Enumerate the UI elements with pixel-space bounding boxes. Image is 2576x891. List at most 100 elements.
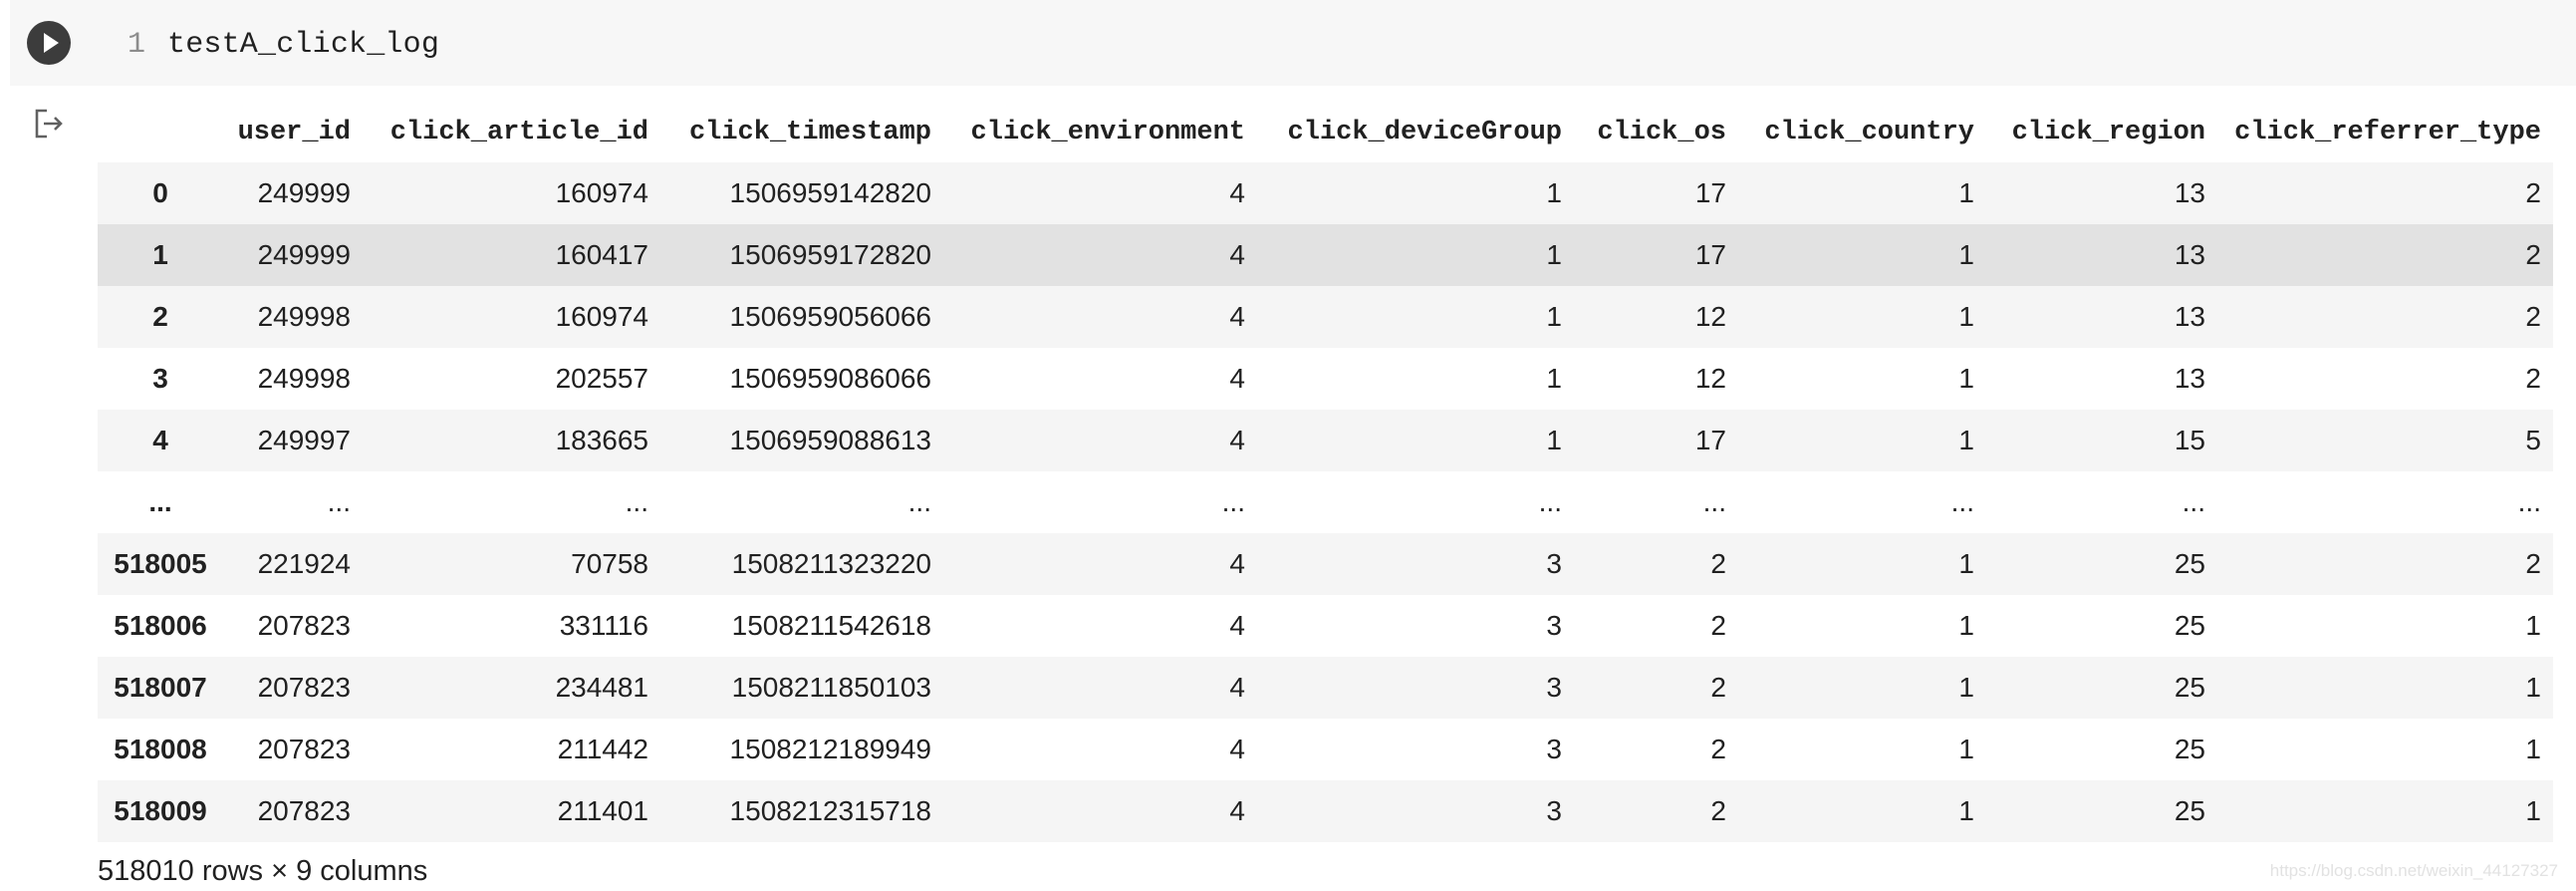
watermark: https://blog.csdn.net/weixin_44127327 <box>2269 861 2558 880</box>
row-index: 518006 <box>114 610 207 641</box>
table-cell: 5 <box>2525 425 2541 455</box>
code-editor[interactable]: testA_click_log <box>167 28 439 62</box>
column-header-click-environment: click_environment <box>970 118 1245 148</box>
table-row: 518007 207823 234481 1508211850103 4 3 2 1 25 1 <box>98 657 2553 719</box>
table-cell: 1 <box>2525 734 2541 764</box>
header-row: user_id click_article_id click_timestamp cl… <box>98 103 2553 162</box>
table-row: 3 249998 202557 1506959086066 4 1 12 1 13 2 <box>98 348 2553 410</box>
table-cell: 1508211850103 <box>731 672 931 703</box>
table-cell: 249998 <box>257 301 351 332</box>
table-cell: 1 <box>1546 301 1562 332</box>
table-cell: 2 <box>2525 301 2541 332</box>
table-cell: 1506959172820 <box>729 239 931 270</box>
table-cell: 12 <box>1694 363 1726 394</box>
table-row: .............................. <box>98 471 2553 533</box>
table-cell: 2 <box>2525 177 2541 208</box>
table-cell: 1 <box>1958 177 1974 208</box>
table-cell: 1 <box>1546 363 1562 394</box>
column-header-click-region: click_region <box>2011 118 2205 148</box>
table-cell: 12 <box>1694 301 1726 332</box>
index-header <box>98 103 223 162</box>
table-row: 518005 221924 70758 1508211323220 4 3 2 1 25 2 <box>98 533 2553 595</box>
table-cell: 2 <box>1710 795 1726 826</box>
table-cell: 1508212315718 <box>729 795 931 826</box>
run-cell-button[interactable] <box>27 21 71 65</box>
table-cell: 234481 <box>555 672 648 703</box>
table-cell: 25 <box>2174 548 2205 579</box>
table-cell: 4 <box>1229 672 1245 703</box>
table-row: 518009 207823 211401 1508212315718 4 3 2 1 25 1 <box>98 780 2553 842</box>
table-cell: 13 <box>2174 363 2205 394</box>
table-row: 4 249997 183665 1506959088613 4 1 17 1 15 5 <box>98 410 2553 471</box>
table-cell: 249998 <box>257 363 351 394</box>
table-cell: 2 <box>2525 548 2541 579</box>
line-number: 1 <box>128 28 146 62</box>
dataframe-table: user_id click_article_id click_timestamp cl… <box>98 103 2553 842</box>
table-cell: 1506959086066 <box>729 363 931 394</box>
table-cell: 202557 <box>555 363 648 394</box>
column-header-user-id: user_id <box>237 118 351 148</box>
table-cell: 1506959142820 <box>729 177 931 208</box>
column-header-click-article-id: click_article_id <box>389 118 648 148</box>
table-cell: 1 <box>1958 734 1974 764</box>
table-cell: 249997 <box>257 425 351 455</box>
table-cell: 2 <box>1710 548 1726 579</box>
table-cell: 3 <box>1546 548 1562 579</box>
table-cell: 4 <box>1229 425 1245 455</box>
table-cell: 249999 <box>257 239 351 270</box>
table-row: 518006 207823 331116 1508211542618 4 3 2 1 25 1 <box>98 595 2553 657</box>
table-cell: 1 <box>1958 301 1974 332</box>
table-cell: 207823 <box>257 795 351 826</box>
table-cell: 4 <box>1229 795 1245 826</box>
table-row: 0 249999 160974 1506959142820 4 1 17 1 13 2 <box>98 162 2553 224</box>
column-header-click-devicegroup: click_deviceGroup <box>1287 118 1562 148</box>
table-cell: 2 <box>1710 610 1726 641</box>
table-cell: ... <box>1950 486 1974 517</box>
table-cell: 1508211323220 <box>731 548 931 579</box>
table-cell: 1506959056066 <box>729 301 931 332</box>
table-cell: ... <box>2182 486 2205 517</box>
table-cell: 1 <box>1958 425 1974 455</box>
table-cell: 3 <box>1546 672 1562 703</box>
table-cell: 70758 <box>571 548 648 579</box>
table-cell: 1 <box>2525 672 2541 703</box>
table-cell: 2 <box>1710 734 1726 764</box>
table-cell: ... <box>327 486 351 517</box>
table-cell: 4 <box>1229 239 1245 270</box>
table-row: 2 249998 160974 1506959056066 4 1 12 1 13 2 <box>98 286 2553 348</box>
table-cell: 2 <box>2525 363 2541 394</box>
table-cell: 207823 <box>257 610 351 641</box>
table-cell: 13 <box>2174 239 2205 270</box>
table-cell: 160417 <box>555 239 648 270</box>
output-redirect-icon[interactable] <box>33 107 67 141</box>
table-cell: 1 <box>1958 363 1974 394</box>
column-header-click-country: click_country <box>1764 118 1974 148</box>
table-cell: 25 <box>2174 610 2205 641</box>
table-cell: 25 <box>2174 672 2205 703</box>
row-index: 4 <box>152 425 168 455</box>
table-cell: 221924 <box>257 548 351 579</box>
table-cell: 1508212189949 <box>729 734 931 764</box>
play-icon <box>44 33 59 53</box>
column-header-click-referrer-type: click_referrer_type <box>2234 118 2541 148</box>
code-cell[interactable]: 1 testA_click_log <box>10 0 2576 86</box>
row-index: 518007 <box>114 672 207 703</box>
dataframe-shape-text: 518010 rows × 9 columns <box>98 855 428 887</box>
table-cell: ... <box>907 486 931 517</box>
table-cell: 3 <box>1546 610 1562 641</box>
table-cell: 13 <box>2174 301 2205 332</box>
table-cell: 1 <box>1958 239 1974 270</box>
table-cell: 25 <box>2174 795 2205 826</box>
table-cell: 1 <box>1546 425 1562 455</box>
table-cell: 4 <box>1229 734 1245 764</box>
table-body: 0 249999 160974 1506959142820 4 1 17 1 13 2 1 24999… <box>98 162 2553 842</box>
table-cell: 3 <box>1546 795 1562 826</box>
row-index: 1 <box>152 239 168 270</box>
table-cell: 207823 <box>257 672 351 703</box>
row-index: 518008 <box>114 734 207 764</box>
table-cell: ... <box>1538 486 1562 517</box>
table-cell: 4 <box>1229 548 1245 579</box>
row-index: 0 <box>152 177 168 208</box>
column-header-click-os: click_os <box>1597 118 1726 148</box>
table-cell: 1 <box>2525 795 2541 826</box>
